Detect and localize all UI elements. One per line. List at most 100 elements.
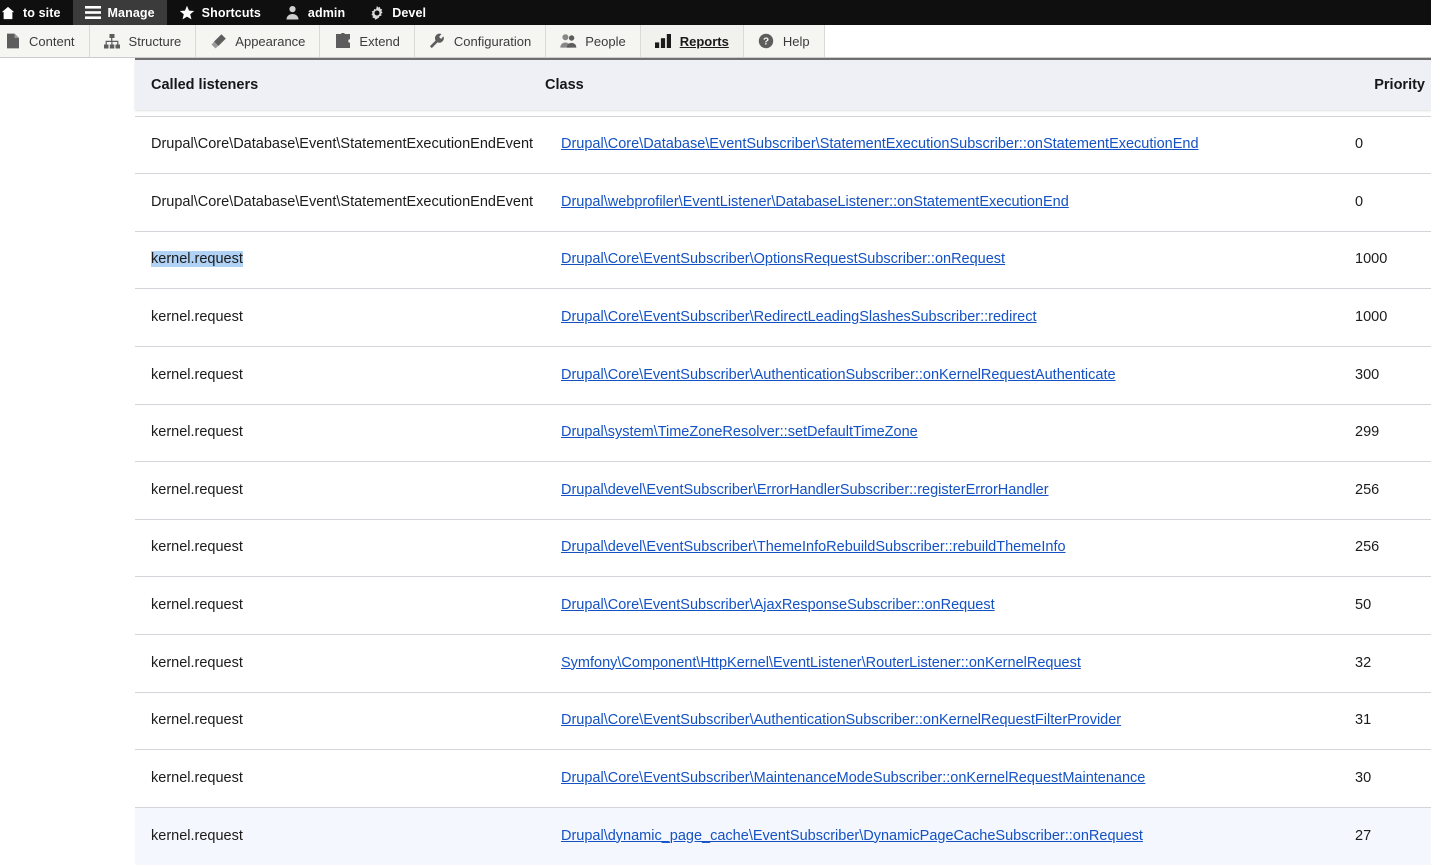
cell-called-listener: kernel.request bbox=[135, 518, 545, 577]
admin-menu-bar: Content Structure Appearance Extend Conf… bbox=[0, 25, 1431, 58]
toolbar-item-label: admin bbox=[307, 5, 346, 20]
class-link[interactable]: Drupal\devel\EventSubscriber\ThemeInfoRe… bbox=[561, 539, 1066, 555]
cell-priority: 32 bbox=[1345, 633, 1431, 693]
cell-priority: 299 bbox=[1345, 403, 1431, 462]
brush-icon bbox=[210, 33, 227, 50]
cell-class: Drupal\Core\Database\EventSubscriber\Sta… bbox=[545, 115, 1345, 174]
cell-class: Symfony\Component\HttpKernel\EventListen… bbox=[545, 633, 1345, 693]
class-link[interactable]: Drupal\devel\EventSubscriber\ErrorHandle… bbox=[561, 482, 1049, 498]
puzzle-icon bbox=[334, 33, 351, 50]
selected-text: kernel.request bbox=[151, 251, 243, 268]
column-header-class[interactable]: Class bbox=[545, 77, 1345, 93]
class-link[interactable]: Drupal\Core\EventSubscriber\OptionsReque… bbox=[561, 251, 1005, 267]
admin-menu-item-configuration[interactable]: Configuration bbox=[414, 25, 547, 57]
table-row: kernel.request Drupal\dynamic_page_cache\… bbox=[135, 806, 1431, 865]
admin-menu-filler bbox=[824, 25, 1431, 57]
toolbar-item-manage[interactable]: Manage bbox=[72, 0, 167, 25]
bar-chart-icon bbox=[654, 33, 672, 50]
table-row: kernel.request Drupal\devel\EventSubscrib… bbox=[135, 518, 1431, 577]
cell-called-listener: kernel.request bbox=[135, 576, 545, 635]
cell-priority: 1000 bbox=[1345, 230, 1431, 289]
column-header-priority[interactable]: Priority bbox=[1345, 77, 1431, 93]
toolbar-item-label: to site bbox=[23, 5, 61, 20]
class-link[interactable]: Drupal\webprofiler\EventListener\Databas… bbox=[561, 194, 1069, 210]
cell-class: Drupal\Core\EventSubscriber\Authenticati… bbox=[545, 691, 1345, 750]
cell-priority: 30 bbox=[1345, 749, 1431, 808]
cell-priority: 256 bbox=[1345, 461, 1431, 520]
file-icon bbox=[4, 33, 21, 50]
admin-menu-item-extend[interactable]: Extend bbox=[320, 25, 415, 57]
cell-priority: 0 bbox=[1345, 115, 1431, 174]
class-link[interactable]: Drupal\Core\EventSubscriber\MaintenanceM… bbox=[561, 770, 1145, 786]
event-listeners-table-body: Drupal\Core\Database\Event\StatementExec… bbox=[135, 58, 1431, 865]
toolbar-item-to-site[interactable]: to site bbox=[0, 0, 73, 25]
admin-menu-item-label: Reports bbox=[679, 33, 729, 49]
toolbar-item-label: Devel bbox=[392, 5, 427, 20]
cell-priority: 256 bbox=[1345, 518, 1431, 577]
table-sticky-header: Called listeners Class Priority bbox=[135, 58, 1431, 110]
cell-called-listener: kernel.request bbox=[135, 403, 545, 462]
class-link[interactable]: Drupal\Core\EventSubscriber\Authenticati… bbox=[561, 712, 1121, 728]
admin-menu-item-label: Extend bbox=[359, 33, 400, 49]
table-row: kernel.request Drupal\system\TimeZoneReso… bbox=[135, 403, 1431, 462]
admin-menu-item-label: Help bbox=[782, 33, 810, 49]
toolbar-item-devel[interactable]: Devel bbox=[357, 0, 438, 25]
event-listeners-table-wrapper: Drupal\Core\Database\Event\StatementExec… bbox=[135, 58, 1431, 865]
cell-priority: 0 bbox=[1345, 173, 1431, 232]
cell-called-listener: kernel.request bbox=[135, 288, 545, 347]
cell-class: Drupal\devel\EventSubscriber\ThemeInfoRe… bbox=[545, 518, 1345, 577]
cell-called-listener: kernel.request bbox=[135, 633, 545, 693]
star-icon bbox=[179, 5, 195, 21]
toolbar-item-label: Shortcuts bbox=[201, 5, 261, 20]
cell-called-listener: kernel.request bbox=[135, 806, 545, 865]
admin-menu-item-content[interactable]: Content bbox=[0, 25, 90, 57]
admin-menu-item-help[interactable]: ? Help bbox=[743, 25, 825, 57]
admin-menu-item-reports[interactable]: Reports bbox=[640, 25, 744, 57]
cell-called-listener: kernel.request bbox=[135, 749, 545, 808]
class-link[interactable]: Drupal\Core\EventSubscriber\RedirectLead… bbox=[561, 309, 1037, 325]
admin-menu-item-structure[interactable]: Structure bbox=[89, 25, 197, 57]
table-row: kernel.request Drupal\Core\EventSubscribe… bbox=[135, 288, 1431, 347]
class-link[interactable]: Drupal\dynamic_page_cache\EventSubscribe… bbox=[561, 828, 1143, 844]
class-link[interactable]: Drupal\Core\Database\EventSubscriber\Sta… bbox=[561, 136, 1199, 152]
cell-class: Drupal\webprofiler\EventListener\Databas… bbox=[545, 173, 1345, 232]
cell-priority: 50 bbox=[1345, 576, 1431, 635]
table-row: kernel.request Drupal\devel\EventSubscrib… bbox=[135, 461, 1431, 520]
class-link[interactable]: Drupal\Core\EventSubscriber\AjaxResponse… bbox=[561, 597, 995, 613]
table-row: kernel.request Drupal\Core\EventSubscribe… bbox=[135, 345, 1431, 405]
hamburger-icon bbox=[84, 5, 101, 21]
admin-menu-item-label: People bbox=[585, 33, 626, 49]
table-row: kernel.request Drupal\Core\EventSubscribe… bbox=[135, 691, 1431, 750]
cell-called-listener: Drupal\Core\Database\Event\StatementExec… bbox=[135, 115, 545, 174]
class-link[interactable]: Drupal\Core\EventSubscriber\Authenticati… bbox=[561, 367, 1116, 383]
svg-text:?: ? bbox=[763, 37, 769, 48]
column-header-called-listeners[interactable]: Called listeners bbox=[135, 77, 545, 93]
home-icon bbox=[0, 5, 16, 21]
toolbar-item-admin[interactable]: admin bbox=[273, 0, 357, 25]
cell-class: Drupal\Core\EventSubscriber\Authenticati… bbox=[545, 345, 1345, 405]
table-row: kernel.request Drupal\Core\EventSubscribe… bbox=[135, 749, 1431, 808]
table-row: Drupal\Core\Database\Event\StatementExec… bbox=[135, 115, 1431, 174]
cell-class: Drupal\dynamic_page_cache\EventSubscribe… bbox=[545, 806, 1345, 865]
cell-class: Drupal\Core\EventSubscriber\MaintenanceM… bbox=[545, 749, 1345, 808]
cell-called-listener: kernel.request bbox=[135, 691, 545, 750]
admin-menu-item-label: Appearance bbox=[235, 33, 306, 49]
class-link[interactable]: Drupal\system\TimeZoneResolver::setDefau… bbox=[561, 424, 918, 440]
admin-menu-item-label: Content bbox=[29, 33, 75, 49]
cell-class: Drupal\devel\EventSubscriber\ErrorHandle… bbox=[545, 461, 1345, 520]
table-row: kernel.request Symfony\Component\HttpKern… bbox=[135, 633, 1431, 693]
toolbar-item-label: Manage bbox=[107, 5, 155, 20]
admin-menu-item-people[interactable]: People bbox=[546, 25, 641, 57]
cell-priority: 1000 bbox=[1345, 288, 1431, 347]
toolbar-item-shortcuts[interactable]: Shortcuts bbox=[167, 0, 273, 25]
event-listeners-table: Drupal\Core\Database\Event\StatementExec… bbox=[135, 58, 1431, 865]
admin-menu-item-label: Structure bbox=[128, 33, 182, 49]
cell-class: Drupal\Core\EventSubscriber\RedirectLead… bbox=[545, 288, 1345, 347]
class-link[interactable]: Symfony\Component\HttpKernel\EventListen… bbox=[561, 655, 1081, 671]
cell-called-listener: kernel.request bbox=[135, 230, 545, 289]
wrench-icon bbox=[429, 33, 446, 50]
table-row: kernel.request Drupal\Core\EventSubscribe… bbox=[135, 576, 1431, 635]
admin-menu-item-appearance[interactable]: Appearance bbox=[196, 25, 321, 57]
people-icon bbox=[560, 33, 577, 50]
report-page: Drupal\Core\Database\Event\StatementExec… bbox=[0, 58, 1431, 867]
